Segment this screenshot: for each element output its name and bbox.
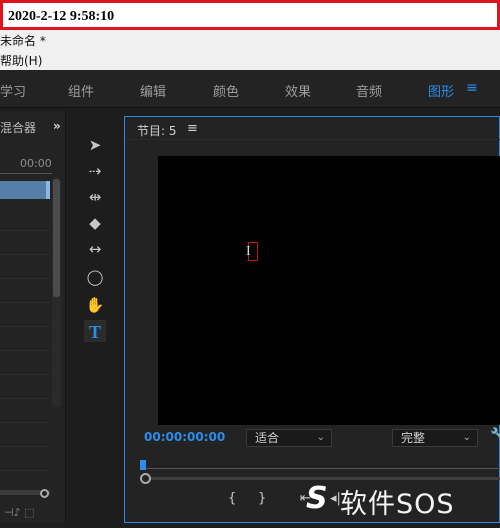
video-preview[interactable]: I: [158, 156, 500, 425]
workspace-bar: 学习 组件 编辑 颜色 效果 音频 图形 ≡: [0, 70, 500, 108]
title-menu-strip: 未命名 * 帮助(H): [0, 30, 500, 70]
quality-select[interactable]: 完整 ⌄: [392, 429, 478, 447]
razor-tool-icon[interactable]: ◆: [84, 212, 106, 234]
ellipse-tool-icon[interactable]: ◯: [84, 266, 106, 288]
chevron-down-icon: ⌄: [462, 432, 471, 443]
selection-tool-icon[interactable]: ➤: [84, 134, 106, 156]
scroll-knob[interactable]: [140, 473, 151, 484]
tab-learning[interactable]: 学习: [0, 81, 26, 100]
time-ruler[interactable]: [140, 457, 500, 471]
ripple-edit-tool-icon[interactable]: ⇹: [84, 186, 106, 208]
timestamp-box: 2020-2-12 9:58:10: [0, 0, 500, 30]
watermark: S 软件SOS: [306, 478, 500, 522]
track-select-tool-icon[interactable]: ⇢: [84, 160, 106, 182]
playhead-marker[interactable]: [140, 460, 146, 470]
selected-clip-bar[interactable]: [0, 181, 50, 199]
timeline-ruler: [0, 173, 52, 174]
panel-footer-icons: ⊣♪ ⬚: [4, 506, 35, 519]
tab-editing[interactable]: 编辑: [140, 81, 166, 100]
watermark-logo-icon: S: [306, 481, 328, 516]
hand-tool-icon[interactable]: ✋: [84, 294, 106, 316]
slip-tool-icon[interactable]: ↔: [84, 238, 106, 260]
panel-tab-mixer[interactable]: 混合器: [0, 119, 36, 136]
hamburger-menu-icon[interactable]: ≡: [466, 80, 482, 96]
mark-in-icon[interactable]: {: [228, 491, 236, 506]
vertical-scrollbar[interactable]: [52, 177, 61, 407]
tab-assembly[interactable]: 组件: [68, 81, 94, 100]
monitor-menu-icon[interactable]: ≡: [187, 121, 198, 136]
watermark-text: 软件SOS: [340, 489, 455, 520]
mark-out-icon[interactable]: }: [258, 491, 266, 506]
quality-select-value: 完整: [401, 431, 426, 445]
wrench-icon[interactable]: 🔧: [490, 428, 500, 443]
monitor-divider: [125, 139, 500, 140]
tab-graphics[interactable]: 图形: [428, 81, 454, 100]
tab-effects[interactable]: 效果: [285, 81, 311, 100]
program-monitor: 节目: 5 ≡ I 00:00:00:00 适合 ⌄ 完整 ⌄ 🔧 { } ⇤ …: [124, 116, 500, 523]
timestamp-text: 2020-2-12 9:58:10: [8, 9, 115, 24]
chevron-down-icon: ⌄: [316, 432, 325, 443]
window-title: 未命名 *: [0, 34, 46, 48]
type-tool-icon[interactable]: T: [84, 320, 106, 342]
project-panel: 混合器 » 00:00 ⊣♪ ⬚: [0, 111, 66, 523]
playhead-timecode[interactable]: 00:00:00:00: [144, 430, 225, 444]
fit-select[interactable]: 适合 ⌄: [246, 429, 332, 447]
tab-audio[interactable]: 音频: [356, 81, 382, 100]
fit-select-value: 适合: [255, 431, 280, 445]
panel-overflow-icon[interactable]: »: [53, 119, 61, 133]
monitor-title[interactable]: 节目: 5: [137, 122, 177, 139]
menu-help[interactable]: 帮助(H): [0, 52, 42, 69]
ibeam-cursor-icon: I: [246, 244, 251, 259]
track-lines: [0, 207, 50, 507]
tools-panel: ➤ ⇢ ⇹ ◆ ↔ ◯ ✋ T: [72, 130, 116, 350]
zoom-knob-icon[interactable]: [40, 489, 49, 498]
tab-color[interactable]: 颜色: [213, 81, 239, 100]
panel-timecode: 00:00: [20, 157, 52, 170]
